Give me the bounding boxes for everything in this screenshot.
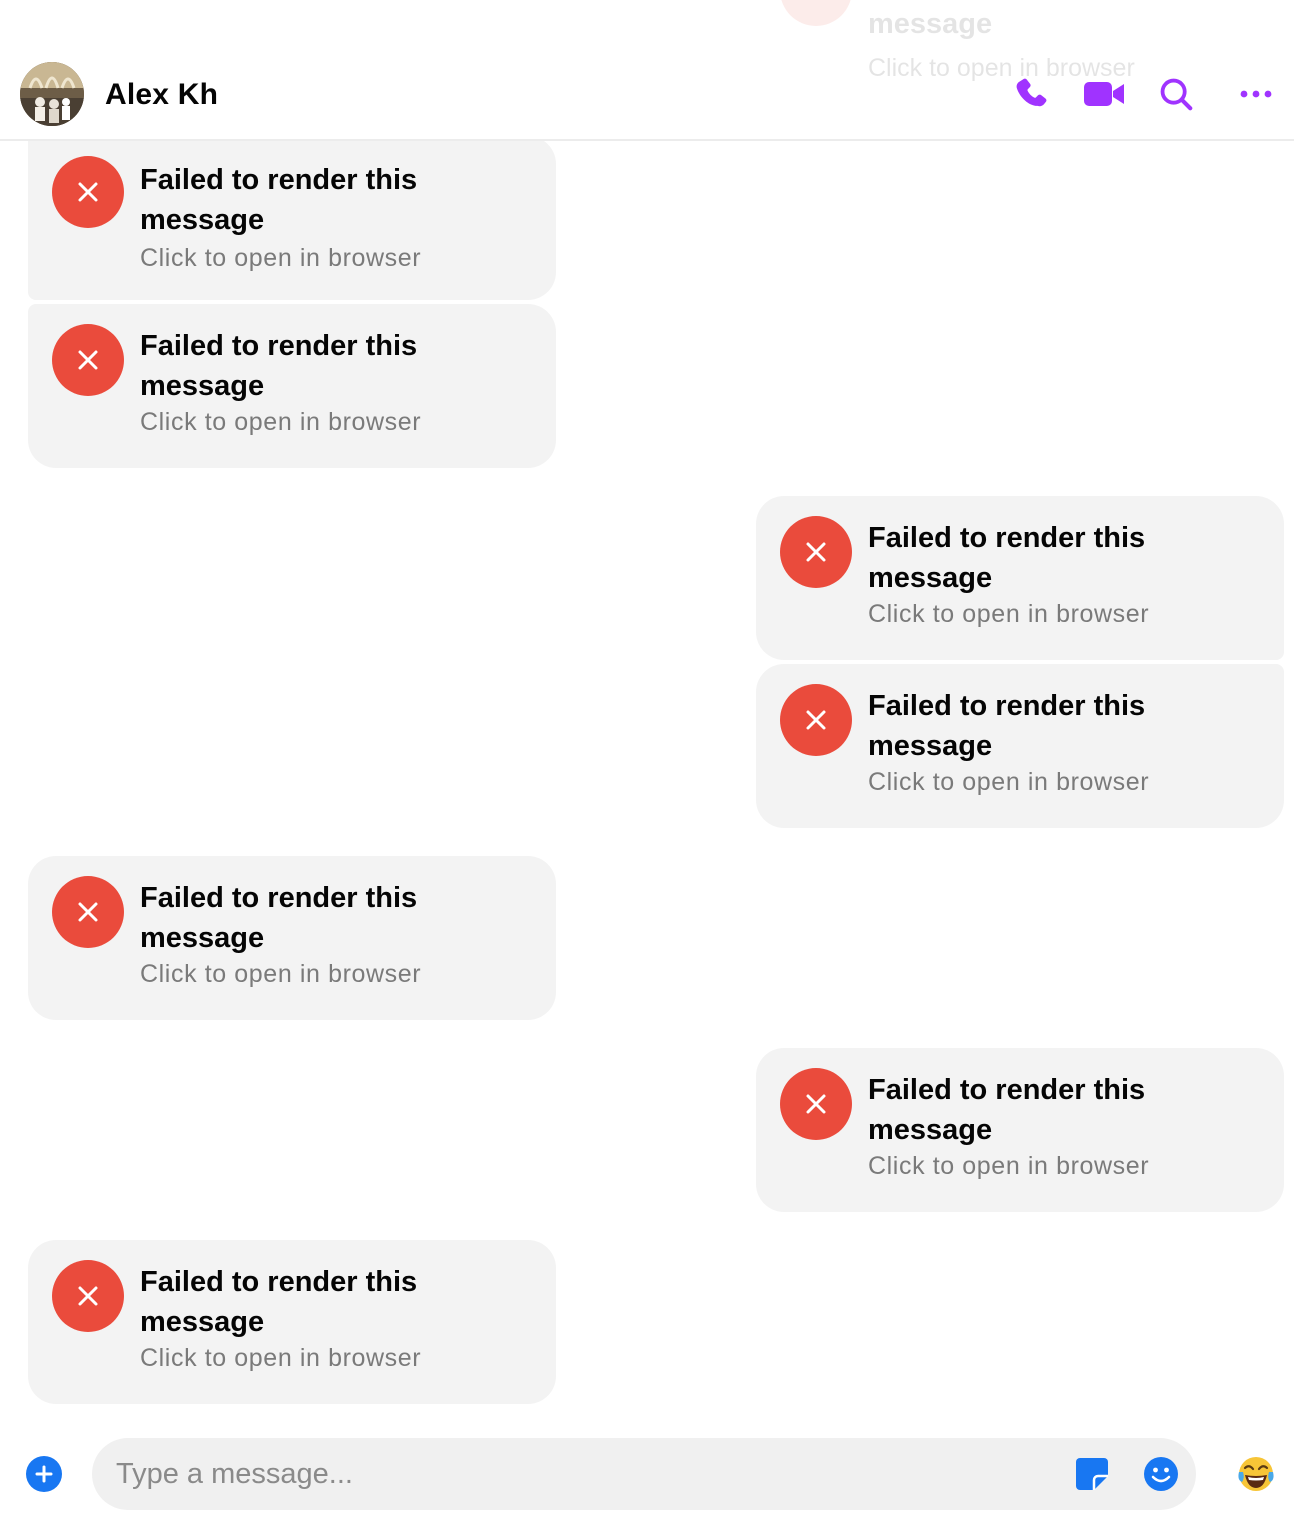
message-title: Failed to render this message bbox=[868, 522, 1146, 594]
error-icon bbox=[52, 156, 124, 228]
video-camera-icon bbox=[1084, 82, 1124, 106]
message-subtitle: Click to open in browser bbox=[140, 244, 422, 272]
message-subtitle: Click to open in browser bbox=[868, 1152, 1150, 1180]
message-subtitle: Click to open in browser bbox=[868, 600, 1150, 628]
sticker-icon bbox=[1076, 1458, 1108, 1490]
message-title: Failed to render this message bbox=[140, 330, 418, 402]
emoji-icon bbox=[1144, 1457, 1178, 1491]
more-icon bbox=[1240, 90, 1272, 98]
sticker-button[interactable] bbox=[1074, 1456, 1110, 1492]
error-icon bbox=[780, 516, 852, 588]
error-icon bbox=[52, 876, 124, 948]
message-title: Failed to render this message bbox=[140, 1266, 418, 1338]
message-title: Failed to render this message bbox=[868, 690, 1146, 762]
failed-message-bubble[interactable]: Failed to render this message Click to o… bbox=[28, 136, 556, 300]
failed-message-bubble[interactable]: Failed to render this message Click to o… bbox=[756, 496, 1284, 660]
message-title: Failed to render this message bbox=[140, 882, 418, 954]
error-icon bbox=[780, 684, 852, 756]
video-call-button[interactable] bbox=[1082, 74, 1126, 114]
add-attachment-button[interactable] bbox=[26, 1456, 62, 1492]
failed-message-bubble[interactable]: Failed to render this message Click to o… bbox=[28, 856, 556, 1020]
message-title: Failed to render this message bbox=[868, 1074, 1146, 1146]
message-title: Failed to render this message bbox=[140, 164, 418, 236]
error-icon bbox=[52, 1260, 124, 1332]
phone-button[interactable] bbox=[1010, 74, 1054, 114]
conversation-header: Alex Kh bbox=[0, 0, 1294, 141]
laughing-emoji-icon bbox=[1238, 1457, 1274, 1491]
message-input[interactable] bbox=[92, 1438, 1196, 1510]
message-subtitle: Click to open in browser bbox=[140, 408, 422, 436]
error-icon bbox=[780, 1068, 852, 1140]
phone-icon bbox=[1016, 78, 1047, 107]
error-icon bbox=[52, 324, 124, 396]
search-icon bbox=[1160, 78, 1193, 111]
failed-message-bubble[interactable]: Failed to render this message Click to o… bbox=[28, 1240, 556, 1404]
message-subtitle: Click to open in browser bbox=[868, 768, 1150, 796]
avatar[interactable] bbox=[20, 62, 84, 126]
quick-reaction-button[interactable] bbox=[1236, 1454, 1276, 1494]
emoji-button[interactable] bbox=[1143, 1456, 1179, 1492]
failed-message-bubble[interactable]: Failed to render this message Click to o… bbox=[28, 304, 556, 468]
more-options-button[interactable] bbox=[1234, 74, 1278, 114]
failed-message-bubble[interactable]: Failed to render this message Click to o… bbox=[756, 1048, 1284, 1212]
contact-name[interactable]: Alex Kh bbox=[105, 78, 218, 112]
failed-message-bubble[interactable]: Failed to render this message Click to o… bbox=[756, 664, 1284, 828]
message-subtitle: Click to open in browser bbox=[140, 1344, 422, 1372]
plus-icon bbox=[35, 1465, 53, 1483]
message-subtitle: Click to open in browser bbox=[140, 960, 422, 988]
search-button[interactable] bbox=[1154, 74, 1198, 114]
